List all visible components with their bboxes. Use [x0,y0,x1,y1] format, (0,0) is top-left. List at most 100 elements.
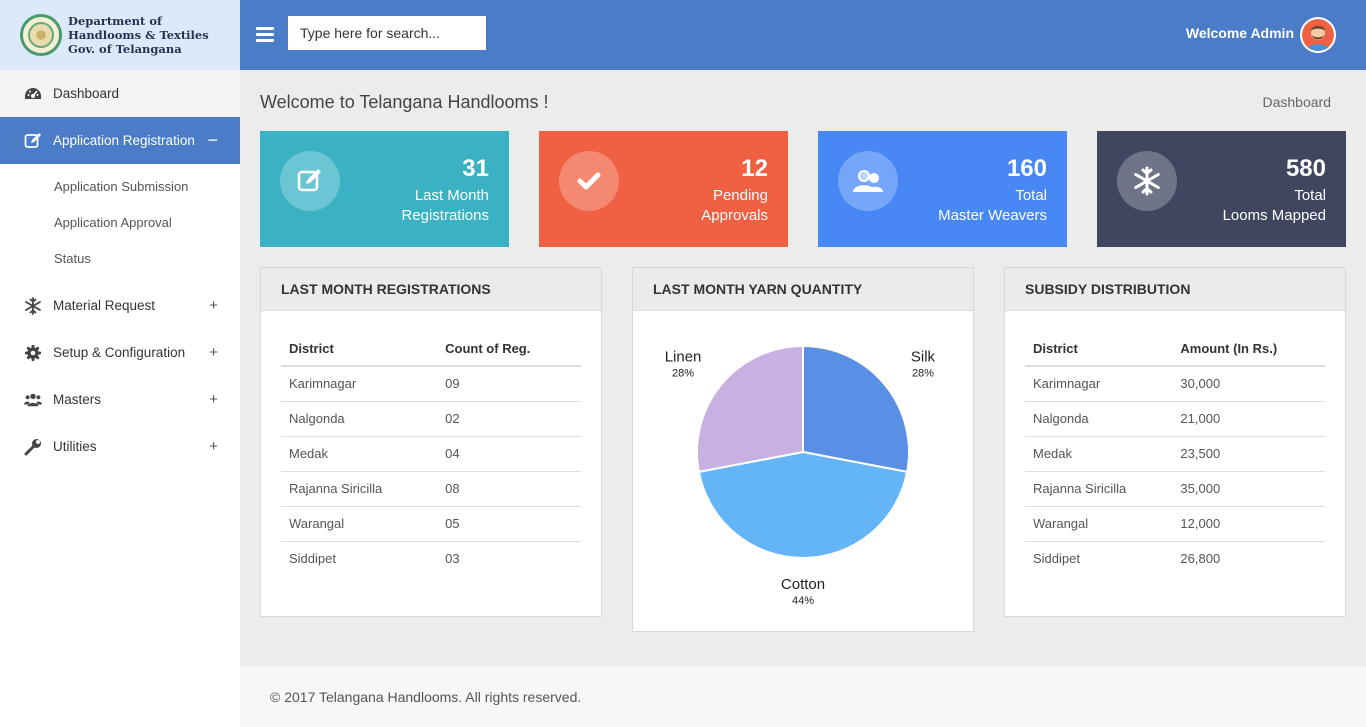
sidebar-item-label: Utilities [53,439,97,454]
cell-count: 02 [437,401,581,437]
panel-title: SUBSIDY DISTRIBUTION [1005,268,1345,311]
column-header: District [1025,331,1173,367]
table-row: Medak 04 [281,436,581,472]
collapse-icon[interactable]: − [207,130,218,151]
expand-icon[interactable]: + [209,438,218,455]
sidebar-item-label: Masters [53,392,102,407]
sidebar-item-label: Material Request [53,298,156,313]
panel-title: LAST MONTH REGISTRATIONS [261,268,601,311]
table-row: Nalgonda 02 [281,401,581,437]
check-icon [559,151,619,211]
cell-district: Warangal [281,506,438,542]
sidebar: Department of Handlooms & Textiles Gov. … [0,0,240,727]
expand-icon[interactable]: + [209,391,218,408]
cell-district: Karimnagar [281,366,438,402]
pie-slice-silk[interactable] [802,344,910,474]
edit-icon [24,132,42,150]
table-row: Medak 23,500 [1025,436,1325,472]
table-row: Karimnagar 30,000 [1025,366,1325,402]
pie-percent-silk: 28% [912,367,934,379]
stat-label: Total Master Weavers [938,187,1047,224]
sidebar-item-masters[interactable]: Masters + [0,376,240,423]
subitem-application-submission[interactable]: Application Submission [0,168,240,204]
snowflake-icon [24,296,42,315]
sidebar-item-dashboard[interactable]: Dashboard [0,70,240,117]
edit-icon [280,151,340,211]
pie-slice-linen[interactable] [696,344,804,474]
sidebar-item-setup-configuration[interactable]: Setup & Configuration + [0,329,240,376]
gear-icon [24,344,42,362]
menu-toggle-icon[interactable] [256,27,274,42]
footer: © 2017 Telangana Handlooms. All rights r… [240,666,1366,727]
sidebar-item-material-request[interactable]: Material Request + [0,282,240,329]
subitem-status[interactable]: Status [0,240,240,276]
subitem-application-approval[interactable]: Application Approval [0,204,240,240]
dashboard-icon [24,85,42,103]
stat-label: Total Looms Mapped [1222,187,1326,224]
pie-percent-linen: 28% [672,367,694,379]
cell-amount: 30,000 [1172,366,1325,402]
sidebar-item-application-registration[interactable]: Application Registration − [0,117,240,164]
pie-slice-cotton[interactable] [697,450,909,559]
copyright-text: © 2017 Telangana Handlooms. All rights r… [270,688,582,705]
cell-amount: 23,500 [1172,436,1325,472]
yarn-pie-chart: Silk 28% Cotton 44% Linen 28% [633,312,973,632]
pie-chart-svg: Silk 28% Cotton 44% Linen 28% [665,344,936,607]
user-avatar[interactable] [1300,17,1336,53]
table-row: Warangal 05 [281,506,581,542]
cell-count: 09 [437,366,581,402]
cell-district: Rajanna Siricilla [1025,471,1173,507]
stat-value: 12 [741,155,768,182]
top-header: Welcome Admin [240,0,1366,70]
cell-district: Siddipet [1033,551,1080,567]
stat-card-looms-mapped[interactable]: 580 Total Looms Mapped [1097,131,1346,247]
yarn-quantity-panel: LAST MONTH YARN QUANTITY Silk 28% Cotton 44… [632,267,974,632]
cell-count: 03 [445,551,460,567]
cell-count: 04 [437,436,581,472]
stat-value: 31 [462,155,489,182]
table-header-row: District Amount (In Rs.) [1025,331,1325,367]
cell-district: Nalgonda [1025,401,1173,437]
cell-district: Siddipet [289,551,336,567]
pie-label-linen: Linen [665,348,702,365]
cell-district: Warangal [1025,506,1173,542]
table-row: Warangal 12,000 [1025,506,1325,542]
expand-icon[interactable]: + [209,344,218,361]
sidebar-item-utilities[interactable]: Utilities + [0,423,240,470]
cell-amount: 21,000 [1172,401,1325,437]
breadcrumb[interactable]: Dashboard [1263,94,1332,110]
pie-label-silk: Silk [911,348,936,365]
main-content: Welcome to Telangana Handlooms ! Dashboa… [240,70,1366,666]
stat-value: 580 [1285,155,1326,182]
registrations-panel: LAST MONTH REGISTRATIONS District Count … [260,267,602,617]
page-title: Welcome to Telangana Handlooms ! [260,92,549,112]
stat-card-registrations[interactable]: 31 Last Month Registrations [260,131,509,247]
column-header: District [281,331,438,367]
sidebar-item-label: Setup & Configuration [53,345,186,360]
table-row: Siddipet 03 [281,541,581,576]
application-registration-submenu: Application Submission Application Appro… [0,164,240,282]
snowflake-icon [1117,151,1177,211]
stat-card-master-weavers[interactable]: 160 Total Master Weavers [818,131,1067,247]
cell-district: Medak [1025,436,1173,472]
panel-title: LAST MONTH YARN QUANTITY [633,268,973,311]
cell-district: Karimnagar [1025,366,1173,402]
table-header-row: District Count of Reg. [281,331,581,367]
search-input[interactable] [288,16,486,50]
pie-percent-cotton: 44% [792,595,814,607]
column-header: Count of Reg. [437,331,581,367]
sidebar-item-label: Dashboard [53,86,120,101]
users-icon [24,391,42,409]
wrench-icon [24,438,42,456]
registrations-table: District Count of Reg. Karimnagar 09 Nalg… [281,331,581,576]
cell-count: 05 [437,506,581,542]
expand-icon[interactable]: + [209,297,218,314]
subsidy-table: District Amount (In Rs.) Karimnagar 30,00… [1025,331,1325,576]
brand-line-3: Gov. of Telangana [68,42,182,56]
brand-line-1: Department of [68,14,162,28]
stat-value: 160 [1006,155,1047,182]
brand-header[interactable]: Department of Handlooms & Textiles Gov. … [0,0,240,70]
stat-card-pending-approvals[interactable]: 12 Pending Approvals [539,131,788,247]
table-row: Karimnagar 09 [281,366,581,402]
cell-amount: 35,000 [1172,471,1325,507]
